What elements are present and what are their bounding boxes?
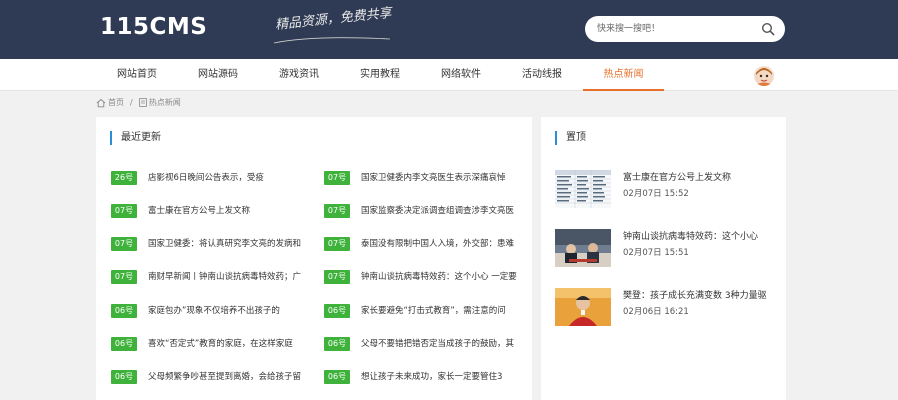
list-item[interactable]: 06号 家长要避免“打击式教育”，需注意的问 bbox=[324, 303, 524, 319]
news-icon bbox=[138, 98, 147, 107]
news-title-link[interactable]: 家长要避免“打击式教育”，需注意的问 bbox=[361, 303, 518, 319]
date-badge: 06号 bbox=[111, 370, 137, 384]
user-avatar[interactable] bbox=[754, 66, 774, 86]
news-title-link[interactable]: 富士康在官方公号上发文称 bbox=[148, 203, 305, 219]
date-badge: 06号 bbox=[324, 370, 350, 384]
news-title-link[interactable]: 父母不要错把错否定当成孩子的鼓励，其 bbox=[361, 336, 518, 352]
site-logo[interactable]: 115CMS bbox=[100, 14, 207, 40]
news-title-link[interactable]: 喜欢“否定式”教育的家庭，在这样家庭 bbox=[148, 336, 305, 352]
news-title-link[interactable]: 父母频繁争吵甚至提到离婚，会给孩子留 bbox=[148, 369, 305, 385]
news-title-link[interactable]: 国家卫健委内李文亮医生表示深痛哀悼 bbox=[361, 170, 518, 186]
date-badge: 06号 bbox=[111, 304, 137, 318]
pinned-title: 置顶 bbox=[555, 131, 586, 145]
news-title-link[interactable]: 国家卫健委：将认真研究李文亮的发病和 bbox=[148, 236, 305, 252]
list-item[interactable]: 07号 国家卫健委：将认真研究李文亮的发病和 bbox=[111, 236, 311, 252]
news-title-link[interactable]: 南财早新闻丨钟南山谈抗病毒特效药；广 bbox=[148, 269, 305, 285]
active-tab-underline bbox=[583, 89, 664, 91]
pinned-date: 02月07日 15:51 bbox=[623, 248, 689, 258]
home-icon bbox=[96, 98, 106, 107]
pinned-item[interactable]: 钟南山谈抗病毒特效药：这个小心 02月07日 15:51 bbox=[555, 229, 775, 271]
nav-item-hot-news[interactable]: 热点新闻 bbox=[583, 59, 664, 91]
nav-item-software[interactable]: 网络软件 bbox=[428, 59, 494, 91]
list-item[interactable]: 07号 国家监察委决定派调查组调查涉李文亮医 bbox=[324, 203, 524, 219]
pinned-title-link[interactable]: 钟南山谈抗病毒特效药：这个小心 bbox=[623, 231, 775, 243]
spreadsheet-image bbox=[555, 170, 611, 208]
nav-item-tutorials[interactable]: 实用教程 bbox=[347, 59, 413, 91]
list-item[interactable]: 07号 南财早新闻丨钟南山谈抗病毒特效药；广 bbox=[111, 269, 311, 285]
slogan-swash-decoration bbox=[273, 37, 391, 44]
news-title-link[interactable]: 家庭包办”现象不仅培养不出孩子的 bbox=[148, 303, 305, 319]
list-item[interactable]: 06号 想让孩子未来成功，家长一定要管住3 bbox=[324, 369, 524, 385]
pinned-item[interactable]: 富士康在官方公号上发文称 02月07日 15:52 bbox=[555, 170, 775, 212]
date-badge: 07号 bbox=[111, 204, 137, 218]
list-item[interactable]: 06号 父母频繁争吵甚至提到离婚，会给孩子留 bbox=[111, 369, 311, 385]
avatar-icon bbox=[754, 66, 774, 86]
nav-item-hot-news-label: 热点新闻 bbox=[603, 69, 644, 80]
search-icon[interactable] bbox=[761, 22, 775, 36]
list-item[interactable]: 06号 家庭包办”现象不仅培养不出孩子的 bbox=[111, 303, 311, 319]
pinned-date: 02月06日 16:21 bbox=[623, 307, 689, 317]
pinned-panel: 置顶 富士康在官方公号上发文称 02月07日 15:52 钟南山谈抗病毒特效药：… bbox=[541, 117, 786, 400]
meeting-photo-image bbox=[555, 229, 611, 267]
date-badge: 07号 bbox=[111, 270, 137, 284]
list-item[interactable]: 26号 店影视6日晚间公告表示，受疫 bbox=[111, 170, 311, 186]
nav-item-game-news[interactable]: 游戏资讯 bbox=[266, 59, 332, 91]
breadcrumb-current[interactable]: 热点新闻 bbox=[149, 97, 181, 108]
latest-updates-title: 最近更新 bbox=[110, 131, 161, 145]
nav-item-activities[interactable]: 活动线报 bbox=[509, 59, 575, 91]
speaker-photo-image bbox=[555, 288, 611, 326]
date-badge: 06号 bbox=[324, 304, 350, 318]
date-badge: 06号 bbox=[324, 337, 350, 351]
site-header: 115CMS 精品资源，免费共享 bbox=[0, 0, 898, 59]
nav-item-home[interactable]: 网站首页 bbox=[104, 59, 170, 91]
date-badge: 06号 bbox=[111, 337, 137, 351]
pinned-title-link[interactable]: 樊登：孩子成长充满变数 3种力量驱 bbox=[623, 290, 775, 302]
date-badge: 07号 bbox=[324, 270, 350, 284]
date-badge: 07号 bbox=[324, 204, 350, 218]
pinned-date: 02月07日 15:52 bbox=[623, 189, 689, 199]
list-item[interactable]: 07号 富士康在官方公号上发文称 bbox=[111, 203, 311, 219]
meeting-photo-thumbnail[interactable] bbox=[555, 229, 611, 267]
list-item[interactable]: 07号 泰国没有限制中国人入境，外交部：患难 bbox=[324, 236, 524, 252]
speaker-photo-thumbnail[interactable] bbox=[555, 288, 611, 326]
news-title-link[interactable]: 钟南山谈抗病毒特效药：这个小心 一定要 bbox=[361, 269, 518, 285]
spreadsheet-thumbnail[interactable] bbox=[555, 170, 611, 208]
nav-item-source-code[interactable]: 网站源码 bbox=[185, 59, 251, 91]
date-badge: 07号 bbox=[111, 237, 137, 251]
latest-updates-panel: 最近更新 26号 店影视6日晚间公告表示，受疫 07号 富士康在官方公号上发文称… bbox=[96, 117, 532, 400]
breadcrumb: 首页 / 热点新闻 bbox=[96, 97, 181, 111]
news-title-link[interactable]: 想让孩子未来成功，家长一定要管住3 bbox=[361, 369, 518, 385]
date-badge: 07号 bbox=[324, 171, 350, 185]
site-slogan: 精品资源，免费共享 bbox=[274, 5, 393, 33]
pinned-item[interactable]: 樊登：孩子成长充满变数 3种力量驱 02月06日 16:21 bbox=[555, 288, 775, 330]
list-item[interactable]: 07号 钟南山谈抗病毒特效药：这个小心 一定要 bbox=[324, 269, 524, 285]
breadcrumb-home[interactable]: 首页 bbox=[108, 97, 124, 108]
list-item[interactable]: 07号 国家卫健委内李文亮医生表示深痛哀悼 bbox=[324, 170, 524, 186]
list-item[interactable]: 06号 父母不要错把错否定当成孩子的鼓励，其 bbox=[324, 336, 524, 352]
search-box bbox=[585, 16, 785, 42]
breadcrumb-separator: / bbox=[130, 98, 133, 107]
search-input[interactable] bbox=[597, 20, 757, 38]
date-badge: 26号 bbox=[111, 171, 137, 185]
date-badge: 07号 bbox=[324, 237, 350, 251]
news-title-link[interactable]: 泰国没有限制中国人入境，外交部：患难 bbox=[361, 236, 518, 252]
news-title-link[interactable]: 国家监察委决定派调查组调查涉李文亮医 bbox=[361, 203, 518, 219]
pinned-title-link[interactable]: 富士康在官方公号上发文称 bbox=[623, 172, 775, 184]
news-title-link[interactable]: 店影视6日晚间公告表示，受疫 bbox=[148, 170, 305, 186]
list-item[interactable]: 06号 喜欢“否定式”教育的家庭，在这样家庭 bbox=[111, 336, 311, 352]
